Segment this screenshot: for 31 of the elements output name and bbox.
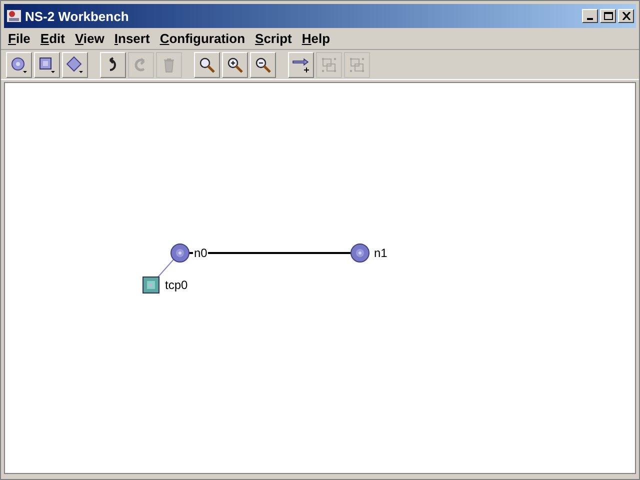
menu-item[interactable]: Configuration xyxy=(154,32,250,45)
maximize-icon xyxy=(604,12,612,20)
menu-item[interactable]: Insert xyxy=(109,32,155,45)
circle-icon xyxy=(10,56,28,74)
maximize-button[interactable] xyxy=(600,9,616,23)
menu-item[interactable]: Help xyxy=(296,32,336,45)
zoom-in-icon xyxy=(226,56,244,74)
diamond-icon xyxy=(66,56,84,74)
zoom-out-icon xyxy=(254,56,272,74)
close-button[interactable] xyxy=(618,9,634,23)
menu-item[interactable]: Edit xyxy=(35,32,70,45)
app-icon xyxy=(6,8,22,24)
close-icon xyxy=(622,12,630,20)
magnifier-icon xyxy=(198,56,216,74)
agent-square[interactable] xyxy=(142,276,160,294)
attach-line[interactable] xyxy=(158,258,174,278)
node-label: n1 xyxy=(373,247,388,259)
link-line[interactable] xyxy=(189,252,351,254)
square-icon xyxy=(38,56,56,74)
node-circle[interactable] xyxy=(170,244,190,262)
menu-item[interactable]: View xyxy=(70,32,110,45)
menu-item[interactable]: Script xyxy=(250,32,297,45)
node-label: tcp0 xyxy=(164,279,189,291)
group-icon xyxy=(320,56,338,74)
node-label: n0 xyxy=(193,247,208,259)
arrow-plus-icon xyxy=(292,56,310,74)
node-circle[interactable] xyxy=(350,244,370,262)
window-title: NS-2 Workbench xyxy=(25,10,129,22)
ungroup-icon xyxy=(348,56,366,74)
minimize-button[interactable] xyxy=(582,9,598,23)
menu-item[interactable]: File xyxy=(3,32,36,45)
